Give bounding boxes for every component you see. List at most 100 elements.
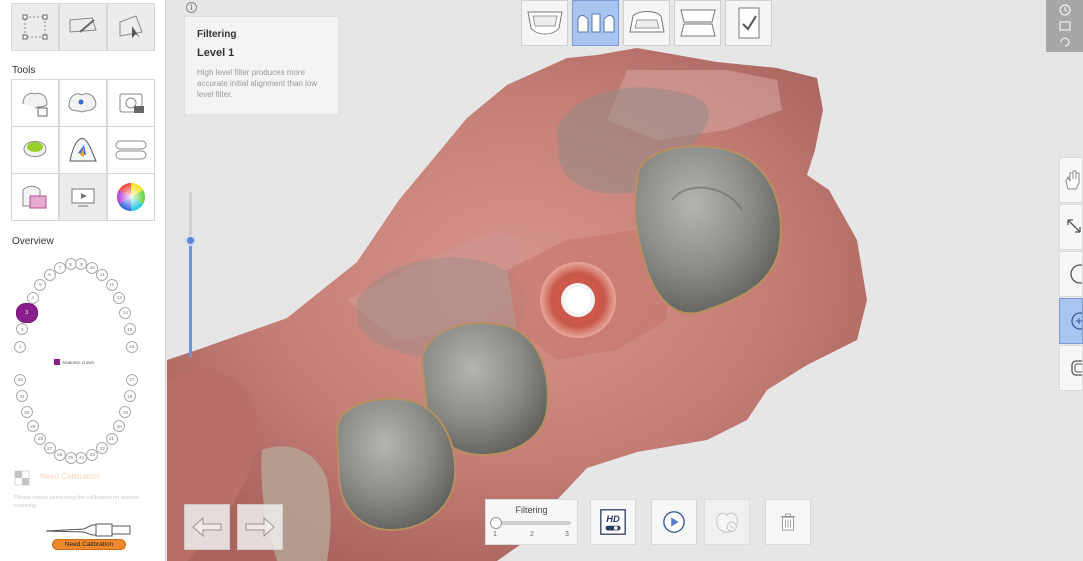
- filtering-control: Filtering 1 2 3: [485, 499, 578, 545]
- tooth-24[interactable]: 24: [75, 451, 88, 464]
- tooth-7[interactable]: 7: [53, 261, 66, 274]
- tooth-23[interactable]: 23: [86, 448, 99, 461]
- checklist-icon: [738, 7, 759, 39]
- refresh-icon[interactable]: [1058, 36, 1072, 48]
- circle-icon: [1070, 264, 1082, 284]
- vertical-slider[interactable]: [185, 192, 196, 357]
- lower-jaw-icon: [628, 11, 665, 33]
- tooth-shade-button[interactable]: [59, 126, 107, 174]
- hand-icon: [1065, 170, 1080, 190]
- filter-slider-knob[interactable]: [490, 517, 502, 529]
- window-icon[interactable]: [1058, 20, 1072, 32]
- tooth-shade-icon: [69, 138, 97, 162]
- tooth-settings-icon: [716, 512, 738, 533]
- play-icon: [663, 511, 685, 533]
- review-tab[interactable]: [725, 0, 772, 46]
- tooth-pin-button[interactable]: [59, 79, 107, 127]
- screenshot-button[interactable]: [107, 79, 155, 127]
- filter-tick-3: 3: [565, 531, 569, 538]
- tooth-pin-icon: [68, 93, 97, 113]
- tooth-20[interactable]: 20: [113, 420, 126, 433]
- tooth-13[interactable]: 13: [113, 291, 126, 304]
- tooth-color-icon: [23, 141, 47, 157]
- fit-view-button[interactable]: [1059, 204, 1083, 250]
- tooth-12[interactable]: 12: [105, 278, 118, 291]
- clock-rotate-icon[interactable]: [1058, 4, 1072, 16]
- tooth-4[interactable]: 4: [26, 291, 39, 304]
- hd-button[interactable]: HD: [590, 499, 636, 545]
- cursor-eraser-button[interactable]: [107, 3, 155, 51]
- tooth-21[interactable]: 21: [105, 432, 118, 445]
- top-right-controls: [1046, 0, 1083, 52]
- layer-button[interactable]: [11, 173, 59, 221]
- filter-tick-2: 2: [530, 531, 534, 538]
- tooth-18[interactable]: 18: [123, 390, 136, 403]
- scanner-handpiece-icon: [45, 523, 131, 537]
- select-region-button[interactable]: [11, 3, 59, 51]
- info-icon[interactable]: i: [186, 2, 197, 13]
- tooth-lock-button[interactable]: [11, 79, 59, 127]
- tooth-legend: Anatomic crown: [54, 359, 94, 365]
- tooth-2[interactable]: 2: [16, 323, 29, 336]
- tooth-color-button[interactable]: [11, 126, 59, 174]
- occlusion-tab[interactable]: [674, 0, 721, 46]
- layers-icon: [1071, 360, 1082, 376]
- video-button[interactable]: [59, 173, 107, 221]
- tooth-17[interactable]: 17: [125, 373, 138, 386]
- tooth-25[interactable]: 25: [64, 451, 77, 464]
- pan-button[interactable]: [1059, 157, 1083, 203]
- tools-label: Tools: [12, 65, 36, 76]
- upper-jaw-icon: [526, 11, 563, 35]
- info-title: Filtering: [197, 29, 237, 40]
- tooth-32[interactable]: 32: [14, 373, 27, 386]
- tooth-11[interactable]: 11: [96, 268, 109, 281]
- tooth-26[interactable]: 26: [53, 448, 66, 461]
- tooth-16[interactable]: 16: [125, 340, 138, 353]
- tooth-22[interactable]: 22: [96, 442, 109, 455]
- rotate-view-button[interactable]: [1059, 251, 1083, 297]
- filtering-label: Filtering: [515, 505, 548, 515]
- info-description: High level filter produces more accurate…: [197, 68, 318, 99]
- tooth-1[interactable]: 1: [14, 340, 27, 353]
- arch-icon: [115, 140, 147, 160]
- occlusion-icon: [679, 9, 716, 37]
- lower-jaw-tab[interactable]: [623, 0, 670, 46]
- color-wheel-button[interactable]: [107, 173, 155, 221]
- undo-button[interactable]: [184, 504, 230, 550]
- tooth-chart: Anatomic crown 1 2 3 4 5 6 7 8 9 10 11 12 13 14 15 16 17…: [14, 256, 154, 474]
- tooth-lock-icon: [22, 92, 48, 117]
- calibration-title: Need Calibration: [40, 472, 100, 481]
- tooth-29[interactable]: 29: [26, 420, 39, 433]
- tooth-27[interactable]: 27: [43, 442, 56, 455]
- arch-button[interactable]: [107, 126, 155, 174]
- vertical-slider-knob[interactable]: [185, 235, 196, 246]
- filter-info-panel: Filtering Level 1 High level filter prod…: [184, 16, 339, 115]
- filter-slider-track[interactable]: [496, 521, 571, 525]
- right-view-toolbar: [1059, 157, 1083, 392]
- select-region-icon: [22, 14, 48, 40]
- play-button[interactable]: [651, 499, 697, 545]
- tooth-19[interactable]: 19: [119, 406, 132, 419]
- legend-label: Anatomic crown: [62, 359, 95, 365]
- tooth-28[interactable]: 28: [34, 432, 47, 445]
- zoom-in-button[interactable]: [1059, 298, 1083, 344]
- delete-button[interactable]: [765, 499, 811, 545]
- overview-label: Overview: [12, 236, 54, 247]
- upper-jaw-tab[interactable]: [521, 0, 568, 46]
- need-calibration-button[interactable]: Need Calibration: [52, 539, 126, 550]
- tooth-15[interactable]: 15: [123, 323, 136, 336]
- tooth-30[interactable]: 30: [20, 406, 33, 419]
- tooth-tool-button[interactable]: [704, 499, 750, 545]
- lasso-brush-button[interactable]: [59, 3, 107, 51]
- tooth-14[interactable]: 14: [119, 306, 132, 319]
- layers-view-button[interactable]: [1059, 345, 1083, 391]
- tooth-3[interactable]: 3: [15, 302, 38, 323]
- redo-button[interactable]: [237, 504, 283, 550]
- tooth-31[interactable]: 31: [16, 390, 29, 403]
- screenshot-icon: [119, 93, 144, 113]
- tooth-5[interactable]: 5: [34, 278, 47, 291]
- info-level: Level 1: [197, 47, 235, 59]
- abutment-tab[interactable]: [572, 0, 619, 46]
- filter-tick-1: 1: [493, 531, 497, 538]
- calibration-description: Please repeat performing the calibration…: [14, 495, 139, 509]
